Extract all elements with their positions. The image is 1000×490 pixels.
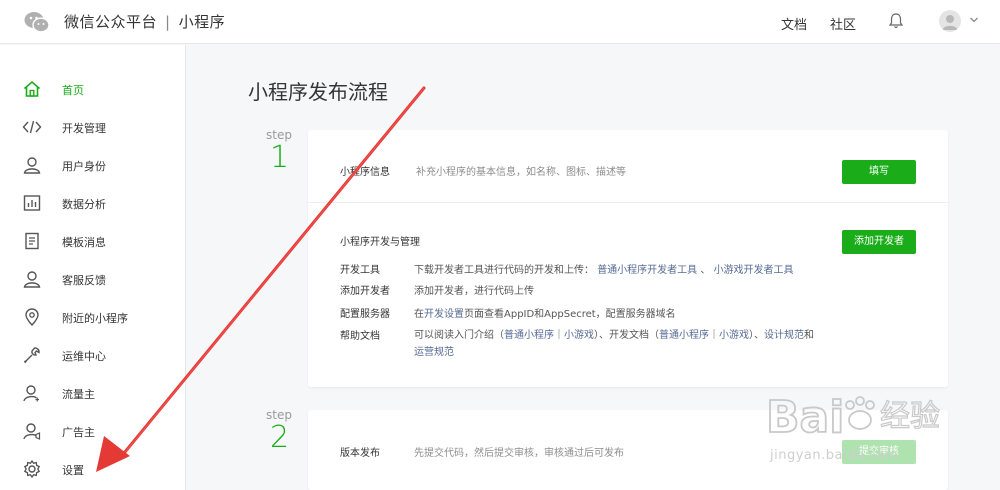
sidebar-item-ops-center[interactable]: 运维中心 (0, 340, 186, 370)
add-developer-text: 添加开发者，进行代码上传 (414, 286, 534, 297)
community-link[interactable]: 社区 (830, 14, 856, 33)
help-docs-text-part: 和 (804, 330, 814, 341)
avatar-icon[interactable] (939, 10, 961, 32)
help-docs-text-part: ）、 (749, 330, 764, 341)
configure-server-text: 在开发设置页面查看AppID和AppSecret，配置服务器域名 (414, 305, 676, 320)
sidebar-item-label: 客服反馈 (62, 274, 106, 287)
ad-user-icon (23, 423, 41, 440)
version-release-label: 版本发布 (340, 448, 380, 459)
watermark-url: jingyan.baidu.com (770, 448, 899, 463)
paw-icon (845, 396, 875, 430)
dev-tools-text: 下载开发者工具进行代码的开发和上传： 普通小程序开发者工具 、 小游戏开发者工具 (414, 261, 794, 276)
dev-management-heading: 小程序开发与管理 (340, 237, 420, 248)
user-icon (23, 157, 41, 174)
chevron-down-icon[interactable] (969, 16, 979, 24)
sidebar-item-traffic-owner[interactable]: 流量主 (0, 378, 186, 408)
add-developer-label: 添加开发者 (340, 286, 390, 297)
help-docs-text-part: ｜ (554, 330, 564, 341)
docs-link[interactable]: 文档 (781, 14, 807, 33)
sidebar-item-user-identity[interactable]: 用户身份 (0, 150, 186, 180)
mini-game-devtool-link[interactable]: 小游戏开发者工具 (714, 265, 794, 276)
docs-mini-program-link[interactable]: 普通小程序 (659, 330, 709, 341)
intro-mini-game-link[interactable]: 小游戏 (564, 330, 594, 341)
sidebar-item-template-message[interactable]: 模板消息 (0, 226, 186, 256)
sidebar-item-home[interactable]: 首页 (0, 74, 186, 104)
bell-icon[interactable] (888, 12, 904, 30)
miniprogram-info-desc: 补充小程序的基本信息，如名称、图标、描述等 (416, 167, 626, 178)
gear-icon (23, 459, 41, 479)
brand-name: 微信公众平台 (64, 13, 158, 31)
help-docs-text-part: ）、开发文档（ (594, 330, 659, 341)
design-guidelines-link[interactable]: 设计规范 (764, 330, 804, 341)
dev-settings-link[interactable]: 开发设置 (424, 309, 464, 320)
help-docs-text: 可以阅读入门介绍（普通小程序｜小游戏）、开发文档（普通小程序｜小游戏）、设计规范… (414, 327, 854, 361)
sidebar-item-label: 首页 (62, 84, 84, 97)
mini-program-devtool-link[interactable]: 普通小程序开发者工具 (597, 265, 697, 276)
docs-mini-game-link[interactable]: 小游戏 (719, 330, 749, 341)
sidebar-item-nearby-miniprogram[interactable]: 附近的小程序 (0, 302, 186, 332)
miniprogram-info-label: 小程序信息 (340, 167, 390, 178)
step-1-number: 1 (270, 140, 290, 175)
wechat-logo-icon[interactable] (24, 10, 50, 34)
wrench-icon (23, 347, 40, 364)
sidebar: 首页 开发管理 用户身份 数据分析 模板消息 客服反馈 附近的小程序 运维中心 … (0, 45, 186, 490)
intro-mini-program-link[interactable]: 普通小程序 (504, 330, 554, 341)
support-user-icon (23, 271, 41, 288)
sidebar-item-label: 模板消息 (62, 236, 106, 249)
dev-tools-label: 开发工具 (340, 265, 380, 276)
bar-chart-icon (23, 195, 41, 211)
sidebar-item-label: 用户身份 (62, 160, 106, 173)
sidebar-item-advertiser[interactable]: 广告主 (0, 416, 186, 446)
sidebar-item-label: 数据分析 (62, 198, 106, 211)
sidebar-item-customer-feedback[interactable]: 客服反馈 (0, 264, 186, 294)
location-pin-icon (25, 308, 39, 327)
watermark-cn-text: 经验 (880, 399, 940, 434)
brand-separator: | (165, 13, 171, 31)
version-release-desc: 先提交代码，然后提交审核，审核通过后可发布 (414, 448, 624, 459)
brand-title: 微信公众平台 | 小程序 (64, 11, 225, 32)
sidebar-item-settings[interactable]: 设置 (0, 454, 186, 484)
sidebar-item-label: 附近的小程序 (62, 312, 128, 325)
sidebar-item-label: 流量主 (62, 388, 95, 401)
top-header: 微信公众平台 | 小程序 文档 社区 (0, 0, 1000, 44)
code-icon (22, 120, 42, 134)
configure-server-pre: 在 (414, 309, 424, 320)
step-1-card: 小程序信息 补充小程序的基本信息，如名称、图标、描述等 填写 小程序开发与管理 … (308, 130, 948, 387)
add-developer-button[interactable]: 添加开发者 (842, 230, 916, 254)
sidebar-item-dev-management[interactable]: 开发管理 (0, 112, 186, 142)
document-icon (25, 232, 39, 250)
link-separator: 、 (700, 265, 711, 276)
operation-guidelines-link[interactable]: 运营规范 (414, 347, 454, 358)
sidebar-item-label: 广告主 (62, 426, 95, 439)
watermark-baidu-text: Bai (766, 392, 844, 443)
dev-tools-desc: 下载开发者工具进行代码的开发和上传： (414, 265, 594, 276)
page-title: 小程序发布流程 (248, 80, 388, 104)
help-docs-text-part: ｜ (709, 330, 719, 341)
card-divider (308, 202, 948, 203)
configure-server-post: 页面查看AppID和AppSecret，配置服务器域名 (464, 309, 676, 320)
help-docs-label: 帮助文档 (340, 331, 380, 342)
sidebar-item-label: 设置 (62, 464, 84, 477)
sidebar-item-label: 运维中心 (62, 350, 106, 363)
help-docs-text-part: 可以阅读入门介绍（ (414, 330, 504, 341)
configure-server-label: 配置服务器 (340, 309, 390, 320)
fill-info-button[interactable]: 填写 (842, 160, 916, 184)
home-icon (23, 80, 41, 97)
sidebar-item-data-analysis[interactable]: 数据分析 (0, 188, 186, 218)
step-2-number: 2 (270, 420, 290, 455)
traffic-user-icon (23, 385, 39, 402)
product-name: 小程序 (178, 13, 226, 31)
sidebar-item-label: 开发管理 (62, 122, 106, 135)
